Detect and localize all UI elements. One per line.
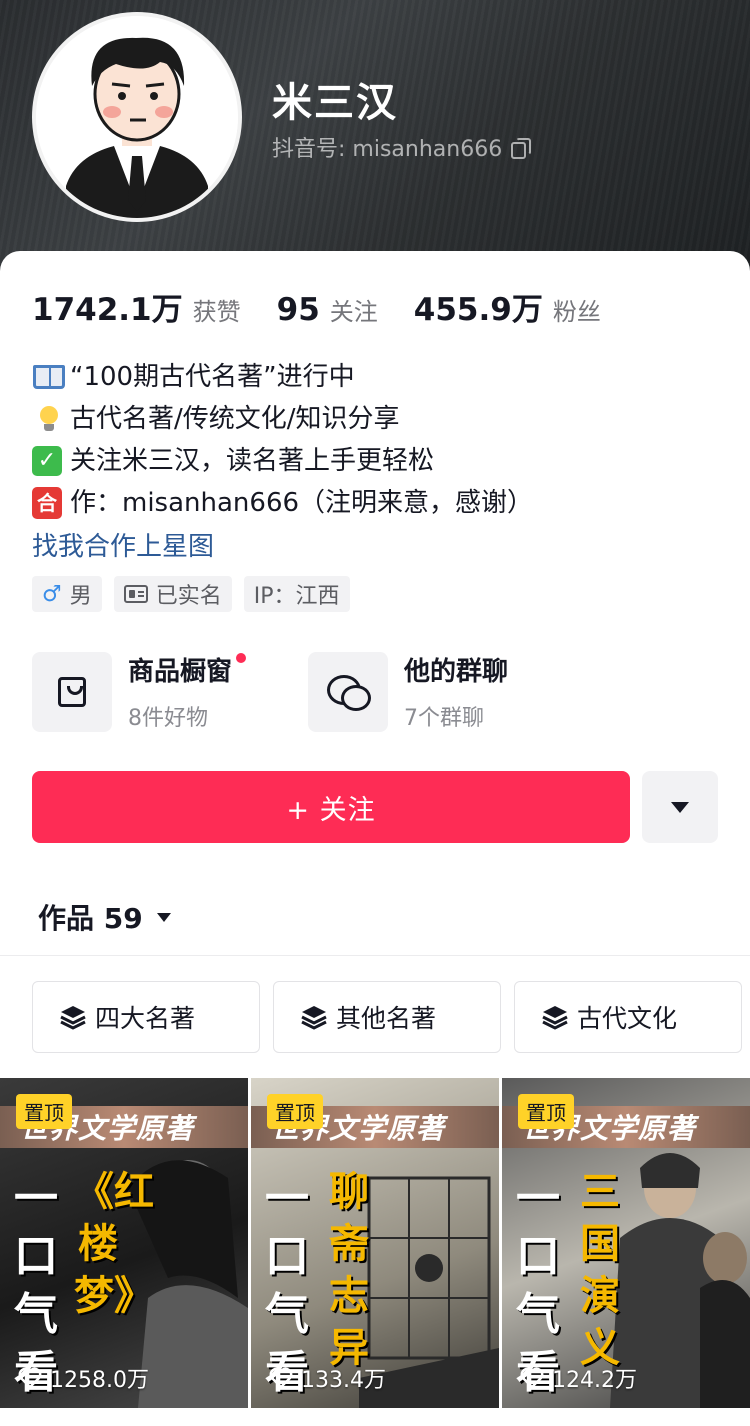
- video-thumbnail[interactable]: 世界文学原著 置顶 一口气看 《红楼梦》 1258.0万: [0, 1078, 248, 1408]
- bio-text: 作：misanhan666（注明来意，感谢）: [70, 488, 534, 518]
- ip-text: IP：江西: [253, 584, 340, 609]
- video-thumbnail[interactable]: 世界文学原著 置顶 一口气看 聊斋志异 133.4万: [251, 1078, 499, 1408]
- likes-count[interactable]: 1742.1万: [32, 284, 183, 329]
- douyin-id-text: 抖音号: misanhan666: [272, 137, 503, 162]
- shop-window-title-wrap: 商品橱窗: [128, 651, 247, 688]
- video-thumbnail[interactable]: 世界文学原著 置顶 一口气看 三国演义 124.2万: [502, 1078, 750, 1408]
- check-mark-icon: ✓: [32, 446, 62, 476]
- collection-item[interactable]: 古代文化: [514, 981, 742, 1053]
- likes-count-text: 133.4万: [301, 1368, 386, 1393]
- notification-dot: [236, 653, 247, 663]
- bio-line: “100期古代名著”进行中: [32, 356, 533, 398]
- thumbnail-right-title: 聊斋志异: [329, 1169, 369, 1371]
- followers-count[interactable]: 455.9万: [414, 284, 543, 329]
- bio-text: 古代名著/传统文化/知识分享: [70, 404, 400, 434]
- likes-count-text: 1258.0万: [50, 1368, 149, 1393]
- heart-icon: [520, 1367, 544, 1389]
- layers-icon: [60, 1006, 86, 1030]
- following-label: 关注: [329, 298, 378, 326]
- profile-bio: “100期古代名著”进行中 古代名著/传统文化/知识分享 ✓ 关注米三汉，读名著…: [32, 356, 533, 524]
- profile-tags: ♂ 男 已实名 IP：江西: [32, 576, 350, 612]
- male-icon: ♂: [42, 581, 62, 607]
- video-grid: 世界文学原著 置顶 一口气看 《红楼梦》 1258.0万 世界文学原著 置顶 一…: [0, 1078, 750, 1408]
- shop-window-subtitle: 8件好物: [128, 706, 208, 731]
- profile-name: 米三汉: [272, 80, 398, 126]
- collection-list: 四大名著 其他名著 古代文化: [32, 981, 742, 1053]
- gender-text: 男: [69, 584, 92, 609]
- thumbnail-right-title: 三国演义: [580, 1169, 620, 1371]
- bio-text: “100期古代名著”进行中: [70, 362, 355, 392]
- avatar-illustration: [36, 16, 238, 218]
- pinned-badge: 置顶: [518, 1094, 574, 1129]
- video-likes: 1258.0万: [18, 1362, 149, 1394]
- group-chat-icon: [327, 674, 371, 711]
- likes-count-text: 124.2万: [552, 1368, 637, 1393]
- copy-icon[interactable]: [510, 138, 532, 159]
- shop-window-title: 商品橱窗: [128, 657, 233, 687]
- layers-icon: [542, 1006, 568, 1030]
- collection-label: 古代文化: [577, 1004, 678, 1033]
- bio-line: ✓ 关注米三汉，读名著上手更轻松: [32, 440, 533, 482]
- pinned-badge: 置顶: [16, 1094, 72, 1129]
- shop-window-entry[interactable]: 商品橱窗 8件好物: [32, 651, 247, 732]
- group-chat-icon-box: [308, 651, 388, 732]
- divider: [0, 955, 750, 956]
- bio-line: 合 作：misanhan666（注明来意，感谢）: [32, 482, 533, 524]
- douyin-id[interactable]: 抖音号: misanhan666: [272, 131, 532, 163]
- video-likes: 133.4万: [269, 1362, 386, 1394]
- he-emoji-icon: 合: [32, 487, 62, 519]
- followers-label: 粉丝: [552, 298, 601, 326]
- group-chat-subtitle: 7个群聊: [404, 706, 484, 731]
- gender-tag: ♂ 男: [32, 576, 102, 612]
- star-map-link[interactable]: 找我合作上星图: [32, 526, 214, 563]
- more-options-button[interactable]: [642, 771, 718, 843]
- following-count[interactable]: 95: [277, 292, 320, 328]
- video-likes: 124.2万: [520, 1362, 637, 1394]
- chevron-down-icon: [671, 801, 689, 813]
- likes-label: 获赞: [192, 298, 241, 326]
- collection-item[interactable]: 四大名著: [32, 981, 260, 1053]
- collection-item[interactable]: 其他名著: [273, 981, 501, 1053]
- thumbnail-right-title: 《红楼梦》: [74, 1169, 154, 1319]
- tab-works[interactable]: 作品 59: [38, 897, 171, 937]
- layers-icon: [301, 1006, 327, 1030]
- id-card-icon: [123, 585, 148, 603]
- heart-icon: [18, 1367, 42, 1389]
- bio-line: 古代名著/传统文化/知识分享: [32, 398, 533, 440]
- pinned-badge: 置顶: [267, 1094, 323, 1129]
- collection-label: 四大名著: [95, 1004, 196, 1033]
- caret-down-icon: [156, 912, 171, 922]
- verified-text: 已实名: [155, 584, 222, 609]
- group-chat-title: 他的群聊: [404, 657, 509, 687]
- ip-tag: IP：江西: [243, 576, 350, 612]
- works-label: 作品 59: [38, 902, 143, 935]
- profile-stats: 1742.1万 获赞 95 关注 455.9万 粉丝: [32, 284, 637, 329]
- group-chat-entry[interactable]: 他的群聊 7个群聊: [308, 651, 508, 732]
- shop-window-icon-box: [32, 651, 112, 732]
- lightbulb-icon: [38, 406, 60, 432]
- heart-icon: [269, 1367, 293, 1389]
- collection-label: 其他名著: [336, 1004, 437, 1033]
- bio-text: 关注米三汉，读名著上手更轻松: [70, 446, 435, 476]
- follow-button[interactable]: + 关注: [32, 771, 630, 843]
- shopping-bag-icon: [58, 676, 86, 707]
- avatar[interactable]: [32, 12, 242, 222]
- verified-tag: 已实名: [113, 576, 232, 612]
- book-icon: [33, 365, 65, 389]
